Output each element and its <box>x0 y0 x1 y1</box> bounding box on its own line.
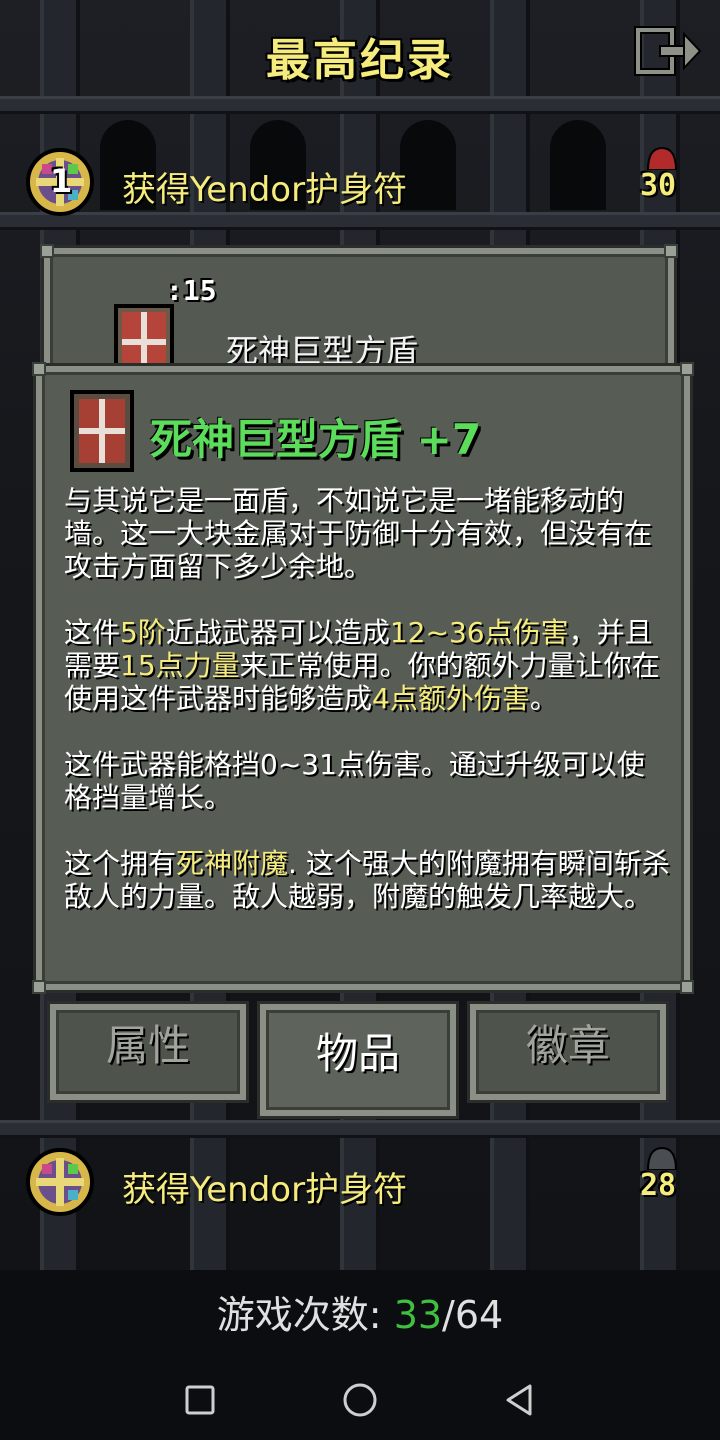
record-description: 获得Yendor护身符 <box>122 170 408 210</box>
record-row[interactable]: 获得Yendor护身符 28 <box>0 1146 720 1226</box>
greatshield-icon <box>70 390 134 472</box>
back-icon[interactable] <box>500 1380 540 1420</box>
games-label: 游戏次数: <box>216 1293 382 1337</box>
description-paragraph: 这个拥有死神附魔. 这个强大的附魔拥有瞬间斩杀敌人的力量。敌人越弱，附魔的触发几… <box>64 847 670 913</box>
exit-icon[interactable] <box>634 26 704 76</box>
system-navbar <box>0 1360 720 1440</box>
games-total: 64 <box>454 1293 504 1337</box>
description-paragraph: 这件武器能格挡0~31点伤害。通过升级可以使格挡量增长。 <box>64 748 645 814</box>
amulet-icon <box>24 1146 96 1218</box>
item-title: 死神巨型方盾 +7 <box>150 415 482 464</box>
page-title: 最高纪录 <box>266 35 454 86</box>
item-info-window: 死神巨型方盾 +7 与其说它是一面盾，不如说它是一堵能移动的墙。这一大块金属对于… <box>32 362 694 994</box>
description-paragraph: 这件5阶近战武器可以造成12~36点伤害，并且需要15点力量来正常使用。你的额外… <box>64 616 660 715</box>
item-quantity: :15 <box>166 274 217 307</box>
item-description: 与其说它是一面盾，不如说它是一堵能移动的墙。这一大块金属对于防御十分有效，但没有… <box>64 484 670 946</box>
home-icon[interactable] <box>340 1380 380 1420</box>
games-current: 33 <box>393 1293 443 1337</box>
rank-number: 1 <box>50 162 73 200</box>
tab-items[interactable]: 物品 <box>260 1004 456 1116</box>
record-score: 30 <box>640 168 677 203</box>
skull-icon <box>640 1146 684 1171</box>
amulet-icon: 1 <box>24 146 96 218</box>
description-paragraph: 与其说它是一面盾，不如说它是一堵能移动的墙。这一大块金属对于防御十分有效，但没有… <box>64 484 653 583</box>
skull-icon <box>640 146 684 171</box>
record-score: 28 <box>640 1168 677 1203</box>
record-row[interactable]: 1 获得Yendor护身符 30 <box>0 146 720 226</box>
tab-stats[interactable]: 属性 <box>50 1004 246 1100</box>
record-description: 获得Yendor护身符 <box>122 1170 408 1210</box>
games-separator: / <box>442 1293 455 1337</box>
recent-apps-icon[interactable] <box>180 1380 220 1420</box>
tab-badges[interactable]: 徽章 <box>470 1004 666 1100</box>
games-played: 游戏次数: 33/64 <box>0 1284 720 1339</box>
